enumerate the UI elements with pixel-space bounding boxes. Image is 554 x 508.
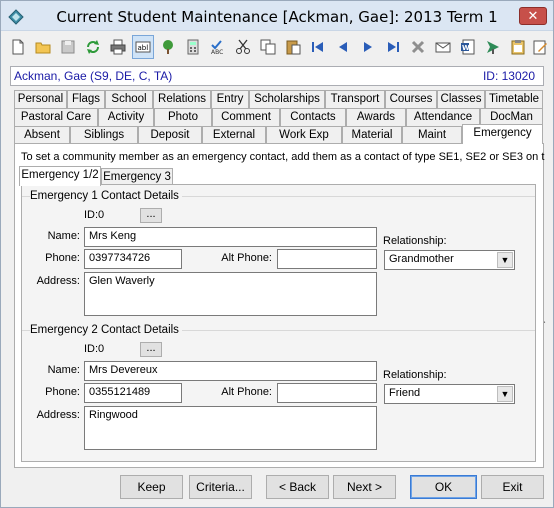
chevron-down-icon[interactable]: ▼ bbox=[497, 386, 513, 402]
emergency-contacts-panel: Emergency 1 Contact Details ID:0 ... Nam… bbox=[21, 184, 536, 462]
tree-icon[interactable] bbox=[157, 35, 179, 59]
contact-2-address-label: Address: bbox=[36, 409, 80, 421]
window-title: Current Student Maintenance [Ackman, Gae… bbox=[56, 8, 498, 26]
student-maintenance-window: Current Student Maintenance [Ackman, Gae… bbox=[0, 0, 554, 508]
tab-work-exp[interactable]: Work Exp bbox=[266, 126, 342, 144]
criteria-button[interactable]: Criteria... bbox=[189, 475, 252, 499]
emergency-info-text: To set a community member as an emergenc… bbox=[21, 151, 545, 163]
svg-text:ABC: ABC bbox=[211, 49, 223, 55]
delete-icon[interactable] bbox=[407, 35, 429, 59]
last-record-icon[interactable] bbox=[382, 35, 404, 59]
calculator-icon[interactable] bbox=[182, 35, 204, 59]
tab-comment[interactable]: Comment bbox=[212, 108, 280, 126]
tab-emergency-1-2[interactable]: Emergency 1/2 bbox=[19, 166, 101, 186]
ok-button[interactable]: OK bbox=[410, 475, 477, 499]
chevron-down-icon[interactable]: ▼ bbox=[497, 252, 513, 268]
contact-2-id-label: ID:0 bbox=[84, 343, 105, 355]
contact-1-address-label: Address: bbox=[36, 275, 80, 287]
tab-awards[interactable]: Awards bbox=[346, 108, 406, 126]
tab-transport[interactable]: Transport bbox=[325, 90, 385, 108]
tab-material[interactable]: Material bbox=[342, 126, 402, 144]
tab-contacts[interactable]: Contacts bbox=[280, 108, 346, 126]
toolbar: abl ABC W bbox=[7, 35, 547, 61]
contact-2-lookup-button[interactable]: ... bbox=[140, 342, 162, 357]
contact-2-relationship-label: Relationship: bbox=[383, 369, 447, 381]
close-button[interactable]: ✕ bbox=[519, 7, 547, 25]
new-icon[interactable] bbox=[7, 35, 29, 59]
next-record-icon[interactable] bbox=[357, 35, 379, 59]
open-folder-icon[interactable] bbox=[32, 35, 54, 59]
back-button[interactable]: < Back bbox=[266, 475, 329, 499]
edit-icon[interactable] bbox=[529, 35, 551, 59]
next-button[interactable]: Next > bbox=[333, 475, 396, 499]
contact-2-relationship-value: Friend bbox=[389, 387, 421, 399]
contact-2-alt-phone-field[interactable] bbox=[277, 383, 377, 403]
emergency-contact-1-title: Emergency 1 Contact Details bbox=[30, 190, 182, 202]
cut-icon[interactable] bbox=[232, 35, 254, 59]
keep-button[interactable]: Keep bbox=[120, 475, 183, 499]
tab-personal[interactable]: Personal bbox=[14, 90, 67, 108]
tab-pastoral-care[interactable]: Pastoral Care bbox=[14, 108, 98, 126]
contact-2-phone-label: Phone: bbox=[45, 386, 80, 398]
print-icon[interactable] bbox=[107, 35, 129, 59]
email-icon[interactable] bbox=[432, 35, 454, 59]
contact-2-name-field[interactable]: Mrs Devereux bbox=[84, 361, 377, 381]
tab-courses[interactable]: Courses bbox=[385, 90, 437, 108]
contact-1-lookup-button[interactable]: ... bbox=[140, 208, 162, 223]
student-header: Ackman, Gae (S9, DE, C, TA) ID: 13020 bbox=[10, 66, 544, 86]
contact-2-name-label: Name: bbox=[47, 364, 80, 376]
emergency-contact-2-title: Emergency 2 Contact Details bbox=[30, 324, 182, 336]
contact-2-alt-phone-label: Alt Phone: bbox=[221, 386, 272, 398]
emergency-tab-panel: To set a community member as an emergenc… bbox=[14, 143, 545, 468]
contact-1-name-label: Name: bbox=[47, 230, 80, 242]
tab-entry[interactable]: Entry bbox=[211, 90, 249, 108]
tab-siblings[interactable]: Siblings bbox=[70, 126, 138, 144]
contact-1-relationship-select[interactable]: Grandmother ▼ bbox=[384, 250, 515, 270]
tab-emergency[interactable]: Emergency bbox=[462, 124, 543, 144]
spellcheck-icon[interactable]: ABC bbox=[207, 35, 229, 59]
tab-classes[interactable]: Classes bbox=[437, 90, 485, 108]
contact-2-address-field[interactable]: Ringwood bbox=[84, 406, 377, 450]
tab-flags[interactable]: Flags bbox=[67, 90, 105, 108]
contact-1-address-field[interactable]: Glen Waverly bbox=[84, 272, 377, 316]
contact-1-phone-label: Phone: bbox=[45, 252, 80, 264]
contact-1-relationship-label: Relationship: bbox=[383, 235, 447, 247]
title-bar[interactable]: Current Student Maintenance [Ackman, Gae… bbox=[1, 1, 553, 31]
tab-maint[interactable]: Maint bbox=[402, 126, 462, 144]
svg-text:abl: abl bbox=[138, 44, 149, 52]
tab-timetable[interactable]: Timetable bbox=[485, 90, 543, 108]
paste-icon[interactable] bbox=[282, 35, 304, 59]
contact-1-id-label: ID:0 bbox=[84, 209, 105, 221]
tab-deposit[interactable]: Deposit bbox=[138, 126, 202, 144]
tab-scholarships[interactable]: Scholarships bbox=[249, 90, 325, 108]
label-icon[interactable]: abl bbox=[132, 35, 154, 59]
contact-2-phone-field[interactable]: 0355121489 bbox=[84, 383, 182, 403]
contact-1-alt-phone-label: Alt Phone: bbox=[221, 252, 272, 264]
contact-1-relationship-value: Grandmother bbox=[389, 253, 454, 265]
word-icon[interactable]: W bbox=[457, 35, 479, 59]
contact-1-phone-field[interactable]: 0397734726 bbox=[84, 249, 182, 269]
save-icon[interactable] bbox=[57, 35, 79, 59]
previous-record-icon[interactable] bbox=[332, 35, 354, 59]
contact-1-name-field[interactable]: Mrs Keng bbox=[84, 227, 377, 247]
student-name: Ackman, Gae (S9, DE, C, TA) bbox=[14, 69, 173, 83]
tab-relations[interactable]: Relations bbox=[153, 90, 211, 108]
tab-photo[interactable]: Photo bbox=[154, 108, 212, 126]
first-record-icon[interactable] bbox=[307, 35, 329, 59]
contact-2-relationship-select[interactable]: Friend ▼ bbox=[384, 384, 515, 404]
tab-school[interactable]: School bbox=[105, 90, 153, 108]
refresh-icon[interactable] bbox=[82, 35, 104, 59]
tab-external[interactable]: External bbox=[202, 126, 266, 144]
export-icon[interactable] bbox=[482, 35, 504, 59]
contact-1-alt-phone-field[interactable] bbox=[277, 249, 377, 269]
exit-button[interactable]: Exit bbox=[481, 475, 544, 499]
tab-absent[interactable]: Absent bbox=[14, 126, 70, 144]
svg-text:W: W bbox=[462, 44, 470, 52]
copy-icon[interactable] bbox=[257, 35, 279, 59]
student-id: ID: 13020 bbox=[482, 69, 535, 83]
clipboard-icon[interactable] bbox=[507, 35, 529, 59]
tab-activity[interactable]: Activity bbox=[98, 108, 154, 126]
